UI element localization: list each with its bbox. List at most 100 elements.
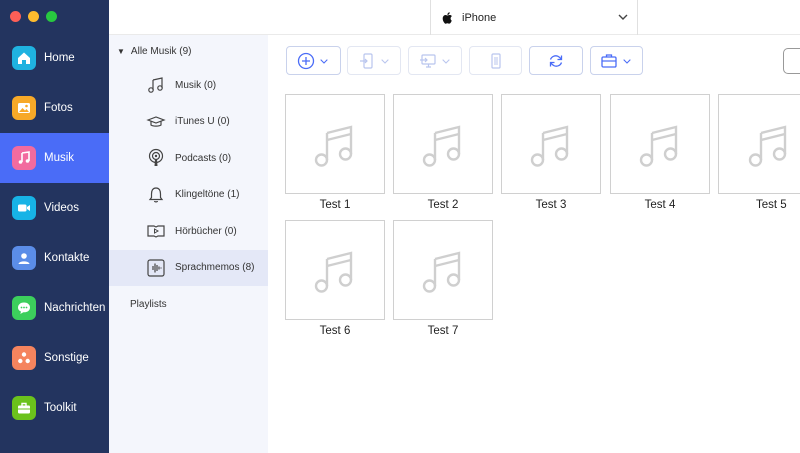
track-card[interactable]: Test 6 xyxy=(285,220,385,337)
delete-button[interactable] xyxy=(469,46,522,75)
chevron-down-icon xyxy=(618,14,628,20)
library-item-itunes-u[interactable]: iTunes U (0) xyxy=(109,104,268,141)
sidebar-item-label: Sonstige xyxy=(44,352,89,364)
sidebar-item-nachrichten[interactable]: Nachrichten xyxy=(0,283,109,333)
chevron-down-icon xyxy=(441,58,450,64)
podcast-icon xyxy=(145,147,167,169)
track-card[interactable]: Test 4 xyxy=(610,94,710,211)
sidebar-item-videos[interactable]: Videos xyxy=(0,183,109,233)
track-thumbnail xyxy=(610,94,710,194)
library-item-label: Podcasts (0) xyxy=(175,152,232,164)
track-title: Test 6 xyxy=(319,325,351,337)
chevron-down-icon xyxy=(320,58,328,64)
track-card[interactable]: Test 2 xyxy=(393,94,493,211)
track-thumbnail xyxy=(718,94,800,194)
track-title: Test 3 xyxy=(535,199,567,211)
toolbox-button[interactable] xyxy=(590,46,643,75)
plus-circle-icon xyxy=(297,52,315,69)
sidebar-item-musik[interactable]: Musik xyxy=(0,133,109,183)
music-note-icon xyxy=(530,125,569,167)
music-note-icon xyxy=(422,251,461,293)
sidebar-item-home[interactable]: Home xyxy=(0,33,109,83)
track-title: Test 7 xyxy=(427,325,459,337)
sidebar-item-label: Kontakte xyxy=(44,252,90,264)
track-title: Test 1 xyxy=(319,199,351,211)
library-root-label: Alle Musik (9) xyxy=(130,45,192,57)
refresh-button[interactable] xyxy=(529,46,583,75)
track-card[interactable]: Test 1 xyxy=(285,94,385,211)
sidebar-item-label: Home xyxy=(44,52,75,64)
video-camera-icon xyxy=(12,196,36,220)
library-item-musik[interactable]: Musik (0) xyxy=(109,67,268,104)
sidebar-item-label: Musik xyxy=(44,152,75,164)
sidebar-item-kontakte[interactable]: Kontakte xyxy=(0,233,109,283)
track-thumbnail xyxy=(393,220,493,320)
trash-icon xyxy=(490,52,501,69)
zoom-window-button[interactable] xyxy=(46,11,57,22)
add-button[interactable] xyxy=(286,46,341,75)
track-title: Test 2 xyxy=(427,199,459,211)
music-note-icon xyxy=(639,125,678,167)
contact-icon xyxy=(12,246,36,270)
music-note-icon xyxy=(422,125,461,167)
export-to-device-button[interactable] xyxy=(347,46,401,75)
track-thumbnail xyxy=(285,94,385,194)
window-controls xyxy=(10,11,57,22)
search-button[interactable] xyxy=(783,48,800,74)
playlists-label: Playlists xyxy=(130,298,167,310)
playlists-section[interactable]: Playlists xyxy=(109,286,268,322)
export-to-device-icon xyxy=(359,52,373,69)
apple-icon xyxy=(442,11,452,24)
device-name: iPhone xyxy=(462,11,497,24)
caret-down-icon: ▼ xyxy=(117,46,125,56)
track-thumbnail xyxy=(501,94,601,194)
library-root[interactable]: ▼ Alle Musik (9) xyxy=(109,35,268,67)
sidebar-item-label: Nachrichten xyxy=(44,302,106,314)
others-icon xyxy=(12,346,36,370)
music-icon xyxy=(145,74,167,96)
minimize-window-button[interactable] xyxy=(28,11,39,22)
export-to-pc-button[interactable] xyxy=(408,46,462,75)
music-note-icon xyxy=(314,251,353,293)
sidebar-item-label: Videos xyxy=(44,202,79,214)
sidebar-item-sonstige[interactable]: Sonstige xyxy=(0,333,109,383)
library-item-klingeltoene[interactable]: Klingeltöne (1) xyxy=(109,177,268,214)
voice-memo-icon xyxy=(145,257,167,279)
track-thumbnail xyxy=(285,220,385,320)
bell-icon xyxy=(145,184,167,206)
library-item-label: Musik (0) xyxy=(175,79,217,91)
library-item-sprachmemos[interactable]: Sprachmemos (8) xyxy=(109,249,268,286)
sidebar-item-fotos[interactable]: Fotos xyxy=(0,83,109,133)
track-title: Test 5 xyxy=(756,199,787,211)
sidebar-item-toolkit[interactable]: Toolkit xyxy=(0,383,109,433)
briefcase-icon xyxy=(601,53,617,68)
photo-icon xyxy=(12,96,36,120)
export-to-pc-icon xyxy=(419,53,436,68)
library-item-podcasts[interactable]: Podcasts (0) xyxy=(109,140,268,177)
library-item-label: Klingeltöne (1) xyxy=(175,189,240,201)
library-item-label: Hörbücher (0) xyxy=(175,225,237,237)
sidebar-item-label: Toolkit xyxy=(44,402,77,414)
audiobook-icon xyxy=(145,220,167,242)
track-card[interactable]: Test 7 xyxy=(393,220,493,337)
library-item-label: iTunes U (0) xyxy=(175,116,230,128)
close-window-button[interactable] xyxy=(10,11,21,22)
top-bar: iPhone xyxy=(109,0,800,35)
chevron-down-icon xyxy=(623,58,631,64)
sidebar-item-label: Fotos xyxy=(44,102,73,114)
main-sidebar: Home Fotos Musik Videos Kontakte Nachric… xyxy=(0,0,109,453)
graduation-cap-icon xyxy=(145,111,167,133)
library-item-label: Sprachmemos (8) xyxy=(175,262,255,274)
toolbox-icon xyxy=(12,396,36,420)
message-icon xyxy=(12,296,36,320)
device-selector[interactable]: iPhone xyxy=(430,0,638,35)
home-icon xyxy=(12,46,36,70)
music-note-icon xyxy=(12,146,36,170)
track-thumbnail xyxy=(393,94,493,194)
track-card[interactable]: Test 3 xyxy=(501,94,601,211)
track-card[interactable]: Test 5 xyxy=(718,94,800,211)
refresh-icon xyxy=(549,54,563,67)
music-note-icon xyxy=(314,125,353,167)
chevron-down-icon xyxy=(380,58,389,64)
library-item-hoerbuecher[interactable]: Hörbücher (0) xyxy=(109,213,268,250)
